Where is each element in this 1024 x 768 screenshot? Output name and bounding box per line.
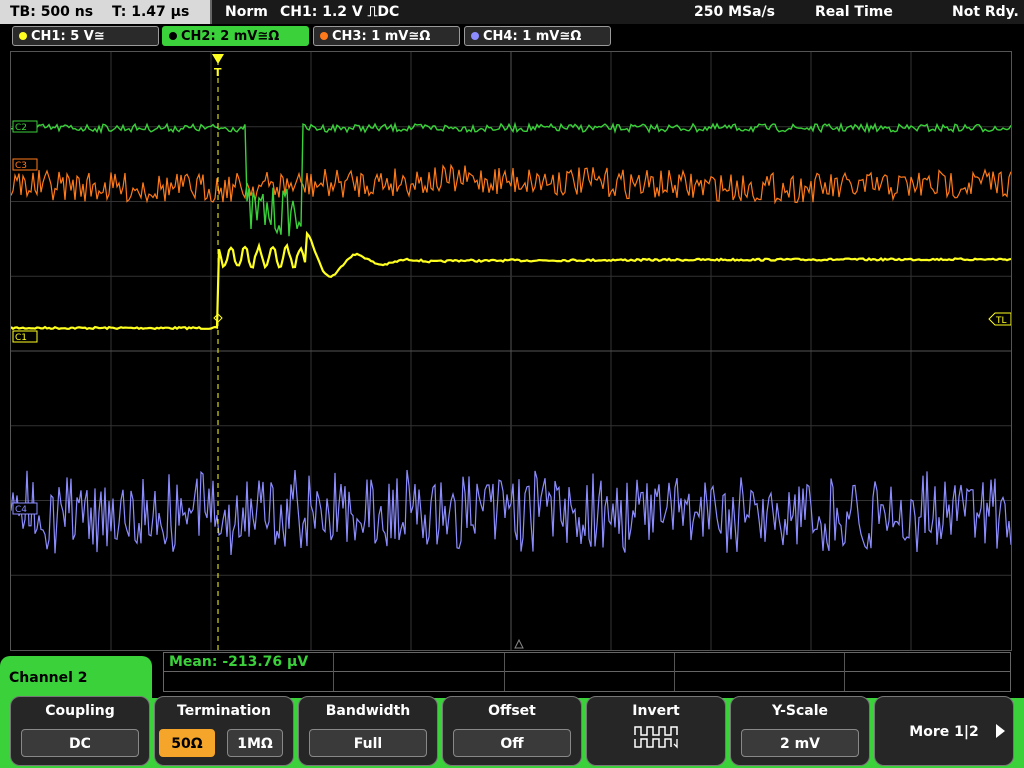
channel-1-marker-label: C1 [15, 333, 27, 343]
channel-4-marker-label: C4 [15, 505, 27, 515]
channel-4-label: CH4: 1 mV≅Ω [483, 29, 582, 44]
offset-value[interactable]: Off [453, 729, 571, 757]
status-bar: TB: 500 ns T: 1.47 µs Norm CH1: 1.2 V ⎍D… [0, 0, 1024, 24]
trigger-marker[interactable]: T [212, 54, 224, 79]
coupling-softkey[interactable]: Coupling DC [10, 696, 150, 766]
coupling-value[interactable]: DC [21, 729, 139, 757]
channel-3-marker[interactable]: C3 [12, 158, 38, 171]
trigger-info[interactable]: CH1: 1.2 V ⎍DC [280, 0, 399, 24]
invert-label: Invert [632, 703, 680, 719]
waveform-canvas: T C1 C2 C3 C4 TL [10, 52, 1012, 650]
measurement-grid-line [844, 653, 845, 691]
channel-2-dot-icon [169, 32, 177, 40]
channel-3-marker-label: C3 [15, 161, 27, 171]
channel-3-tab[interactable]: CH3: 1 mV≅Ω [313, 26, 460, 46]
channel-1-marker[interactable]: C1 [12, 330, 38, 343]
termination-50-ohm-option[interactable]: 50Ω [159, 729, 215, 757]
channel-2-marker-label: C2 [15, 123, 27, 133]
measurement-panel: Mean: -213.76 µV [163, 652, 1011, 692]
y-scale-label: Y-Scale [771, 703, 828, 719]
timebase-box[interactable]: TB: 500 ns T: 1.47 µs [0, 0, 212, 24]
trigger-level-label: TL [995, 316, 1007, 326]
channel-menu-title: Channel 2 [0, 656, 152, 700]
channel-bar: CH1: 5 V≅ CH2: 2 mV≅Ω CH3: 1 mV≅Ω CH4: 1… [0, 26, 1024, 48]
termination-softkey[interactable]: Termination 50Ω 1MΩ [154, 696, 294, 766]
channel-4-tab[interactable]: CH4: 1 mV≅Ω [464, 26, 611, 46]
channel-2-marker[interactable]: C2 [12, 120, 38, 133]
coupling-label: Coupling [45, 703, 115, 719]
more-softkey[interactable]: More 1|2 [874, 696, 1014, 766]
invert-waveform-icon [634, 726, 678, 749]
trigger-mode[interactable]: Norm [225, 0, 268, 24]
y-scale-softkey[interactable]: Y-Scale 2 mV [730, 696, 870, 766]
channel-4-marker[interactable]: C4 [12, 502, 38, 515]
sample-rate: 250 MSa/s [694, 4, 776, 20]
y-scale-value[interactable]: 2 mV [741, 729, 859, 757]
channel-2-label: CH2: 2 mV≅Ω [181, 29, 280, 44]
trigger-arrow-icon [212, 54, 224, 64]
channel-3-dot-icon [320, 32, 328, 40]
offset-label: Offset [488, 703, 536, 719]
mean-measurement: Mean: -213.76 µV [169, 654, 309, 670]
channel-3-label: CH3: 1 mV≅Ω [332, 29, 431, 44]
acquisition-mode: Real Time [815, 4, 893, 20]
acquisition-status: Not Rdy. [952, 4, 1019, 20]
channel-4-dot-icon [471, 32, 479, 40]
measurement-divider [164, 671, 1010, 672]
waveform-display[interactable]: T C1 C2 C3 C4 TL [10, 51, 1012, 651]
invert-softkey[interactable]: Invert [586, 696, 726, 766]
channel-1-dot-icon [19, 32, 27, 40]
chevron-right-icon [996, 724, 1005, 738]
measurement-grid-line [504, 653, 505, 691]
trigger-time-value: T: 1.47 µs [111, 4, 190, 20]
channel-1-label: CH1: 5 V≅ [31, 29, 105, 44]
timebase-value: TB: 500 ns [10, 4, 94, 20]
bandwidth-softkey[interactable]: Bandwidth Full [298, 696, 438, 766]
termination-label: Termination [177, 703, 271, 719]
trigger-marker-label: T [214, 66, 222, 79]
measurement-grid-line [333, 653, 334, 691]
bandwidth-value[interactable]: Full [309, 729, 427, 757]
graticule [11, 52, 1011, 650]
channel-1-tab[interactable]: CH1: 5 V≅ [12, 26, 159, 46]
measurement-grid-line [674, 653, 675, 691]
bandwidth-label: Bandwidth [325, 703, 411, 719]
more-label: More 1|2 [909, 724, 979, 740]
termination-1m-ohm-option[interactable]: 1MΩ [227, 729, 283, 757]
trigger-level-marker[interactable]: TL [988, 312, 1012, 326]
channel-2-tab[interactable]: CH2: 2 mV≅Ω [162, 26, 309, 46]
horizontal-position-icon [514, 638, 524, 649]
offset-softkey[interactable]: Offset Off [442, 696, 582, 766]
